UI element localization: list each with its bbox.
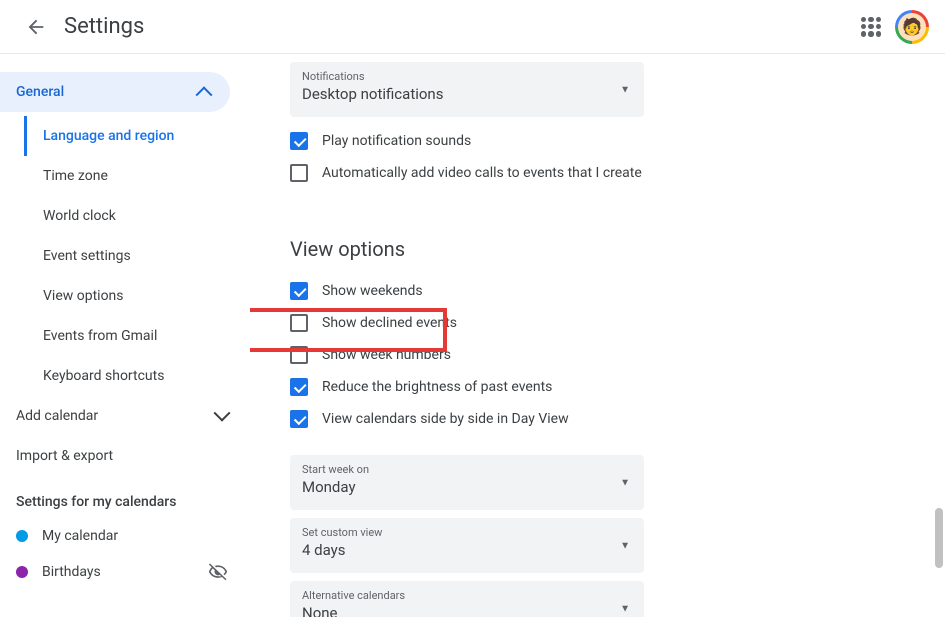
sidebar-general-label: General bbox=[16, 84, 64, 100]
calendar-name: My calendar bbox=[42, 528, 118, 544]
checkbox-label: Show week numbers bbox=[322, 347, 451, 363]
dropdown-label: Alternative calendars bbox=[302, 589, 632, 602]
dropdown-arrow-icon: ▼ bbox=[620, 603, 630, 614]
visibility-off-icon bbox=[208, 562, 228, 582]
calendar-name: Birthdays bbox=[42, 564, 101, 580]
sidebar-calendar-birthdays[interactable]: Birthdays bbox=[0, 554, 250, 590]
checkbox-side-by-side[interactable]: View calendars side by side in Day View bbox=[290, 403, 921, 435]
sidebar-import-export[interactable]: Import & export bbox=[0, 436, 250, 476]
page-title: Settings bbox=[64, 14, 861, 39]
checkbox-label: Show weekends bbox=[322, 283, 423, 299]
dropdown-label: Set custom view bbox=[302, 526, 632, 539]
apps-menu-icon[interactable] bbox=[861, 17, 881, 37]
checkbox-show-weekends[interactable]: Show weekends bbox=[290, 275, 921, 307]
avatar-image: 🧑 bbox=[898, 13, 926, 41]
dropdown-value: None bbox=[302, 604, 632, 617]
dropdown-arrow-icon: ▼ bbox=[620, 477, 630, 488]
dropdown-value: Desktop notifications bbox=[302, 85, 632, 103]
sidebar-calendar-my-calendar[interactable]: My calendar bbox=[0, 518, 250, 554]
custom-view-dropdown[interactable]: Set custom view 4 days ▼ bbox=[290, 518, 644, 573]
sidebar-add-calendar-label: Add calendar bbox=[16, 408, 98, 424]
checkbox-label: Reduce the brightness of past events bbox=[322, 379, 552, 395]
checkbox-label: Play notification sounds bbox=[322, 133, 471, 149]
dropdown-value: 4 days bbox=[302, 541, 632, 559]
checkbox-input[interactable] bbox=[290, 346, 308, 364]
checkbox-play-sounds[interactable]: Play notification sounds bbox=[290, 125, 921, 157]
checkbox-label: Show declined events bbox=[322, 315, 457, 331]
alternative-calendars-dropdown[interactable]: Alternative calendars None ▼ bbox=[290, 581, 644, 617]
dropdown-label: Start week on bbox=[302, 463, 632, 476]
header-bar: Settings 🧑 bbox=[0, 0, 945, 54]
checkbox-label: View calendars side by side in Day View bbox=[322, 411, 569, 427]
dropdown-label: Notifications bbox=[302, 70, 632, 83]
checkbox-input[interactable] bbox=[290, 410, 308, 428]
sidebar-item-view-options[interactable]: View options bbox=[24, 276, 250, 316]
avatar[interactable]: 🧑 bbox=[895, 10, 929, 44]
dropdown-arrow-icon: ▼ bbox=[620, 84, 630, 95]
start-week-dropdown[interactable]: Start week on Monday ▼ bbox=[290, 455, 644, 510]
checkbox-input[interactable] bbox=[290, 282, 308, 300]
notifications-dropdown[interactable]: Notifications Desktop notifications ▼ bbox=[290, 62, 644, 117]
view-options-heading: View options bbox=[290, 237, 921, 261]
scrollbar-thumb[interactable] bbox=[935, 508, 943, 568]
checkbox-reduce-brightness[interactable]: Reduce the brightness of past events bbox=[290, 371, 921, 403]
back-button[interactable] bbox=[16, 7, 56, 47]
sidebar-item-keyboard-shortcuts[interactable]: Keyboard shortcuts bbox=[24, 356, 250, 396]
calendar-color-dot bbox=[16, 566, 28, 578]
checkbox-auto-video-calls[interactable]: Automatically add video calls to events … bbox=[290, 157, 921, 189]
sidebar-add-calendar[interactable]: Add calendar bbox=[0, 396, 250, 436]
checkbox-input[interactable] bbox=[290, 164, 308, 182]
sidebar: General Language and region Time zone Wo… bbox=[0, 54, 250, 617]
checkbox-show-declined[interactable]: Show declined events bbox=[290, 307, 921, 339]
chevron-down-icon bbox=[214, 405, 231, 422]
sidebar-item-language-region[interactable]: Language and region bbox=[24, 116, 250, 156]
checkbox-input[interactable] bbox=[290, 378, 308, 396]
sidebar-section-general[interactable]: General bbox=[0, 72, 230, 112]
sidebar-item-event-settings[interactable]: Event settings bbox=[24, 236, 250, 276]
calendar-color-dot bbox=[16, 530, 28, 542]
sidebar-item-time-zone[interactable]: Time zone bbox=[24, 156, 250, 196]
sidebar-item-events-gmail[interactable]: Events from Gmail bbox=[24, 316, 250, 356]
sidebar-item-world-clock[interactable]: World clock bbox=[24, 196, 250, 236]
main-content: Notifications Desktop notifications ▼ Pl… bbox=[250, 54, 945, 617]
checkbox-label: Automatically add video calls to events … bbox=[322, 165, 642, 181]
sidebar-my-calendars-heading: Settings for my calendars bbox=[0, 476, 250, 518]
dropdown-arrow-icon: ▼ bbox=[620, 540, 630, 551]
arrow-back-icon bbox=[25, 16, 47, 38]
checkbox-show-week-numbers[interactable]: Show week numbers bbox=[290, 339, 921, 371]
sidebar-import-export-label: Import & export bbox=[16, 448, 113, 464]
checkbox-input[interactable] bbox=[290, 132, 308, 150]
dropdown-value: Monday bbox=[302, 478, 632, 496]
chevron-up-icon bbox=[196, 86, 213, 103]
checkbox-input[interactable] bbox=[290, 314, 308, 332]
